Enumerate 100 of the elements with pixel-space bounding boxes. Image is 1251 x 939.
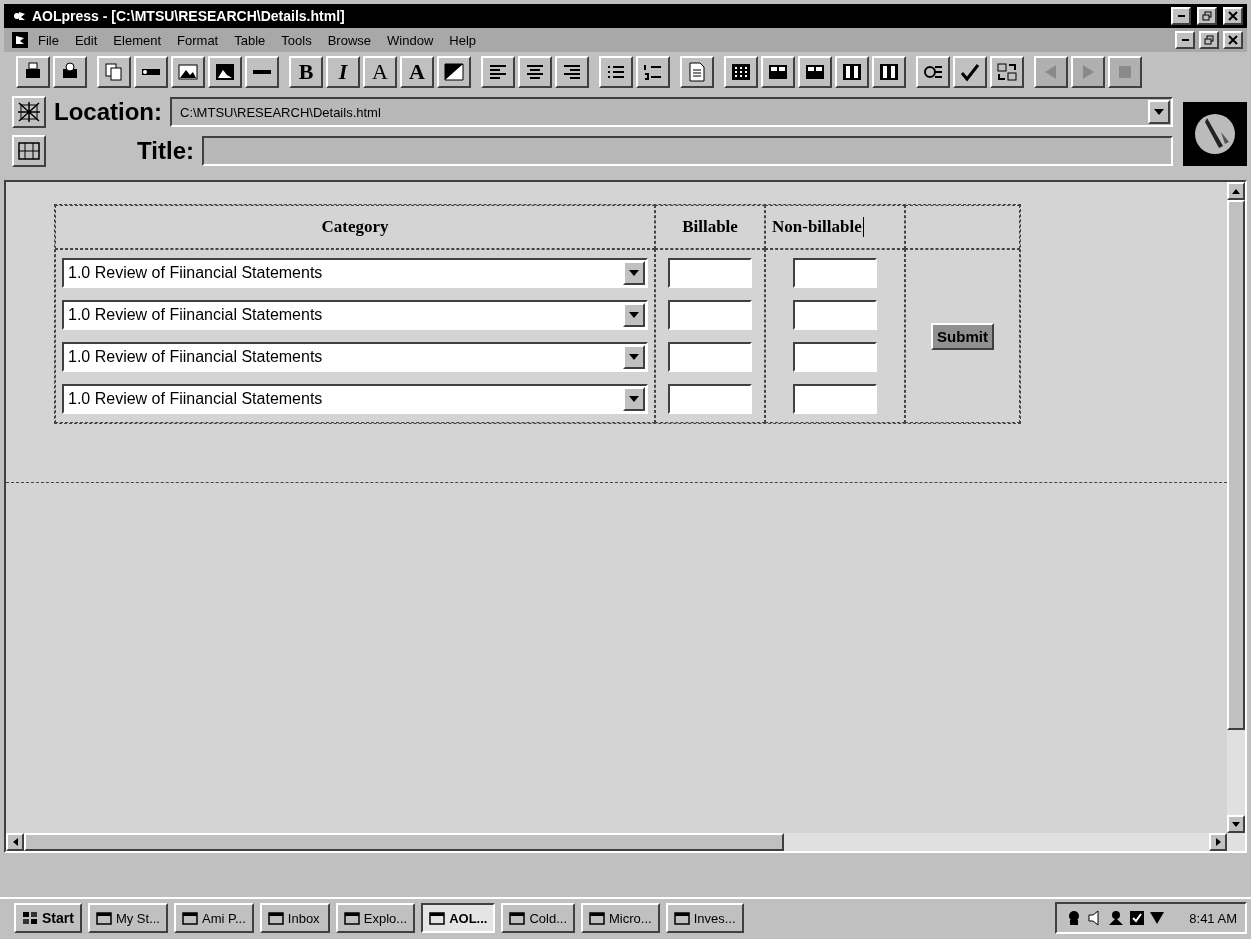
menu-item[interactable]: Element — [107, 30, 168, 50]
toolbar-button[interactable] — [761, 56, 795, 88]
scroll-right-button[interactable] — [1209, 833, 1227, 851]
checkbox-icon[interactable] — [1129, 910, 1146, 926]
menu-item[interactable]: Tools — [275, 30, 318, 50]
restore-button[interactable] — [1199, 31, 1219, 49]
taskbar-button[interactable]: Micro... — [581, 903, 660, 933]
restore-button[interactable] — [1197, 7, 1217, 25]
caret-down-icon — [629, 312, 639, 318]
billable-field[interactable] — [668, 258, 752, 288]
billable-field[interactable] — [668, 300, 752, 330]
toolbar-button[interactable] — [437, 56, 471, 88]
toolbar-button[interactable] — [245, 56, 279, 88]
link-map-button[interactable] — [12, 96, 46, 128]
menu-item[interactable]: File — [32, 30, 65, 50]
menu-item[interactable]: Help — [443, 30, 483, 50]
toolbar-button[interactable] — [171, 56, 205, 88]
toolbar-button[interactable] — [835, 56, 869, 88]
scroll-up-button[interactable] — [1227, 182, 1245, 200]
submit-button[interactable]: Submit — [931, 322, 994, 350]
toolbar-button[interactable] — [953, 56, 987, 88]
start-button[interactable]: Start — [14, 903, 82, 933]
toolbar-button[interactable]: A — [400, 56, 434, 88]
dropdown-button[interactable] — [623, 303, 645, 327]
non-billable-field[interactable] — [793, 342, 877, 372]
taskbar-button[interactable]: My St... — [87, 903, 168, 933]
taskbar-button[interactable]: Explo... — [335, 903, 416, 933]
dropdown-button[interactable] — [623, 345, 645, 369]
menu-item[interactable]: Window — [381, 30, 440, 50]
non-billable-field[interactable] — [793, 258, 877, 288]
close-icon — [1228, 35, 1238, 45]
title-label: Title: — [136, 137, 194, 165]
billable-field[interactable] — [668, 342, 752, 372]
column-header: Non-billable — [772, 217, 862, 237]
window-icon — [267, 911, 284, 925]
text-cursor — [862, 217, 864, 237]
toolbar-button[interactable] — [97, 56, 131, 88]
menu-item[interactable]: Table — [228, 30, 272, 50]
windows-logo-icon — [22, 911, 38, 925]
toolbar-button[interactable] — [990, 56, 1024, 88]
category-select[interactable]: 1.0 Review of Fiinancial Statements — [62, 384, 648, 414]
close-button[interactable] — [1223, 7, 1243, 25]
minimize-button[interactable] — [1171, 7, 1191, 25]
toolbar-button[interactable] — [872, 56, 906, 88]
non-billable-field[interactable] — [793, 384, 877, 414]
taskbar-button[interactable]: Cold... — [501, 903, 576, 933]
scrollbar-thumb[interactable] — [1227, 200, 1245, 730]
person-icon[interactable] — [1107, 910, 1126, 926]
anchor-bar-icon — [141, 68, 161, 76]
taskbar-button[interactable]: AOL... — [421, 903, 496, 933]
toolbar-button[interactable]: A — [363, 56, 397, 88]
minimize-button[interactable] — [1175, 31, 1195, 49]
dropdown-button[interactable] — [623, 387, 645, 411]
window-icon — [673, 911, 690, 925]
window-icon — [429, 911, 446, 925]
up-arrow-icon — [1232, 188, 1240, 194]
column-header: Billable — [682, 217, 738, 237]
down-arrow-icon — [1232, 821, 1240, 827]
toolbar-button[interactable] — [798, 56, 832, 88]
category-select[interactable]: 1.0 Review of Fiinancial Statements — [62, 342, 648, 372]
dropdown-button[interactable] — [623, 261, 645, 285]
triangle-icon[interactable] — [1149, 910, 1166, 926]
title-field[interactable] — [202, 136, 1173, 166]
billable-field[interactable] — [668, 384, 752, 414]
menu-item[interactable]: Browse — [321, 30, 378, 50]
document-icon[interactable] — [12, 32, 28, 48]
toolbar-button[interactable] — [53, 56, 87, 88]
taskbar-button[interactable]: Inbox — [259, 903, 330, 933]
frame-button[interactable] — [12, 135, 46, 167]
toolbar-button[interactable] — [518, 56, 552, 88]
toolbar-button[interactable] — [599, 56, 633, 88]
window-icon — [343, 911, 360, 925]
toolbar-button[interactable] — [208, 56, 242, 88]
restore-icon — [1202, 11, 1212, 21]
toolbar-button[interactable] — [916, 56, 950, 88]
taskbar-button[interactable]: Inves... — [665, 903, 744, 933]
dropdown-button[interactable] — [1148, 100, 1170, 124]
scrollbar-thumb[interactable] — [24, 833, 784, 851]
location-field[interactable]: C:\MTSU\RESEARCH\Details.html — [170, 97, 1173, 127]
window-icon — [589, 911, 606, 925]
window-icon — [509, 911, 526, 925]
menu-item[interactable]: Edit — [68, 30, 104, 50]
toolbar-button[interactable] — [555, 56, 589, 88]
scroll-left-button[interactable] — [6, 833, 24, 851]
scroll-down-button[interactable] — [1227, 815, 1245, 833]
toolbar-button[interactable] — [636, 56, 670, 88]
toolbar-button[interactable]: B — [289, 56, 323, 88]
category-select[interactable]: 1.0 Review of Fiinancial Statements — [62, 258, 648, 288]
toolbar-button[interactable] — [724, 56, 758, 88]
close-button[interactable] — [1223, 31, 1243, 49]
non-billable-field[interactable] — [793, 300, 877, 330]
menu-item[interactable]: Format — [171, 30, 225, 50]
toolbar-button[interactable] — [16, 56, 50, 88]
toolbar-button[interactable]: I — [326, 56, 360, 88]
taskbar-button[interactable]: Ami P... — [173, 903, 254, 933]
toolbar-button[interactable] — [134, 56, 168, 88]
app-icon — [12, 9, 26, 23]
toolbar-button[interactable] — [481, 56, 515, 88]
toolbar-button[interactable] — [680, 56, 714, 88]
category-select[interactable]: 1.0 Review of Fiinancial Statements — [62, 300, 648, 330]
